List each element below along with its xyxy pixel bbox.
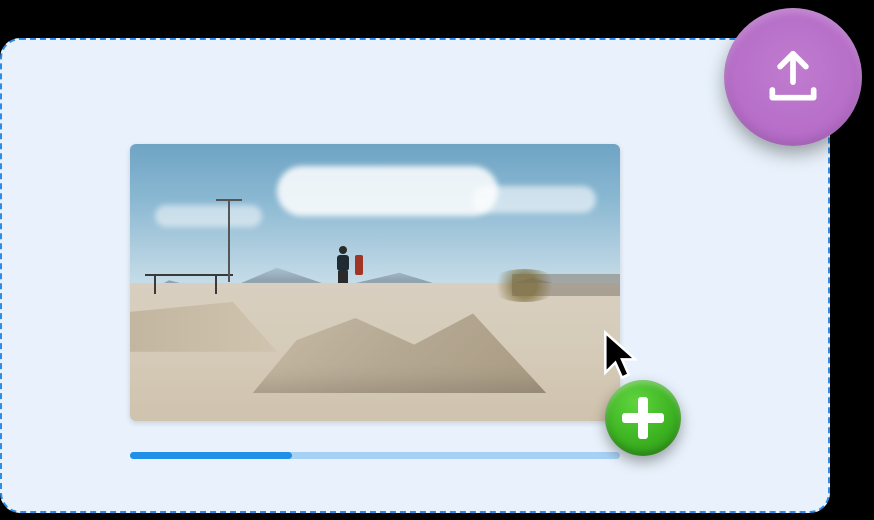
thumbnail-person — [355, 255, 363, 275]
upload-progress-fill — [130, 452, 292, 459]
thumbnail-lightpole — [228, 199, 230, 282]
thumbnail-rail — [145, 274, 233, 276]
thumbnail-cloud — [473, 186, 596, 214]
video-thumbnail[interactable] — [130, 144, 620, 421]
add-button[interactable] — [605, 380, 681, 456]
upload-button[interactable] — [724, 8, 862, 146]
thumbnail-person — [336, 246, 350, 282]
thumbnail-cloud — [155, 205, 263, 227]
upload-canvas[interactable] — [0, 38, 830, 513]
thumbnail-trees — [488, 269, 562, 302]
upload-progress-track[interactable] — [130, 452, 620, 459]
thumbnail-cloud — [277, 166, 498, 216]
upload-icon — [762, 46, 824, 108]
